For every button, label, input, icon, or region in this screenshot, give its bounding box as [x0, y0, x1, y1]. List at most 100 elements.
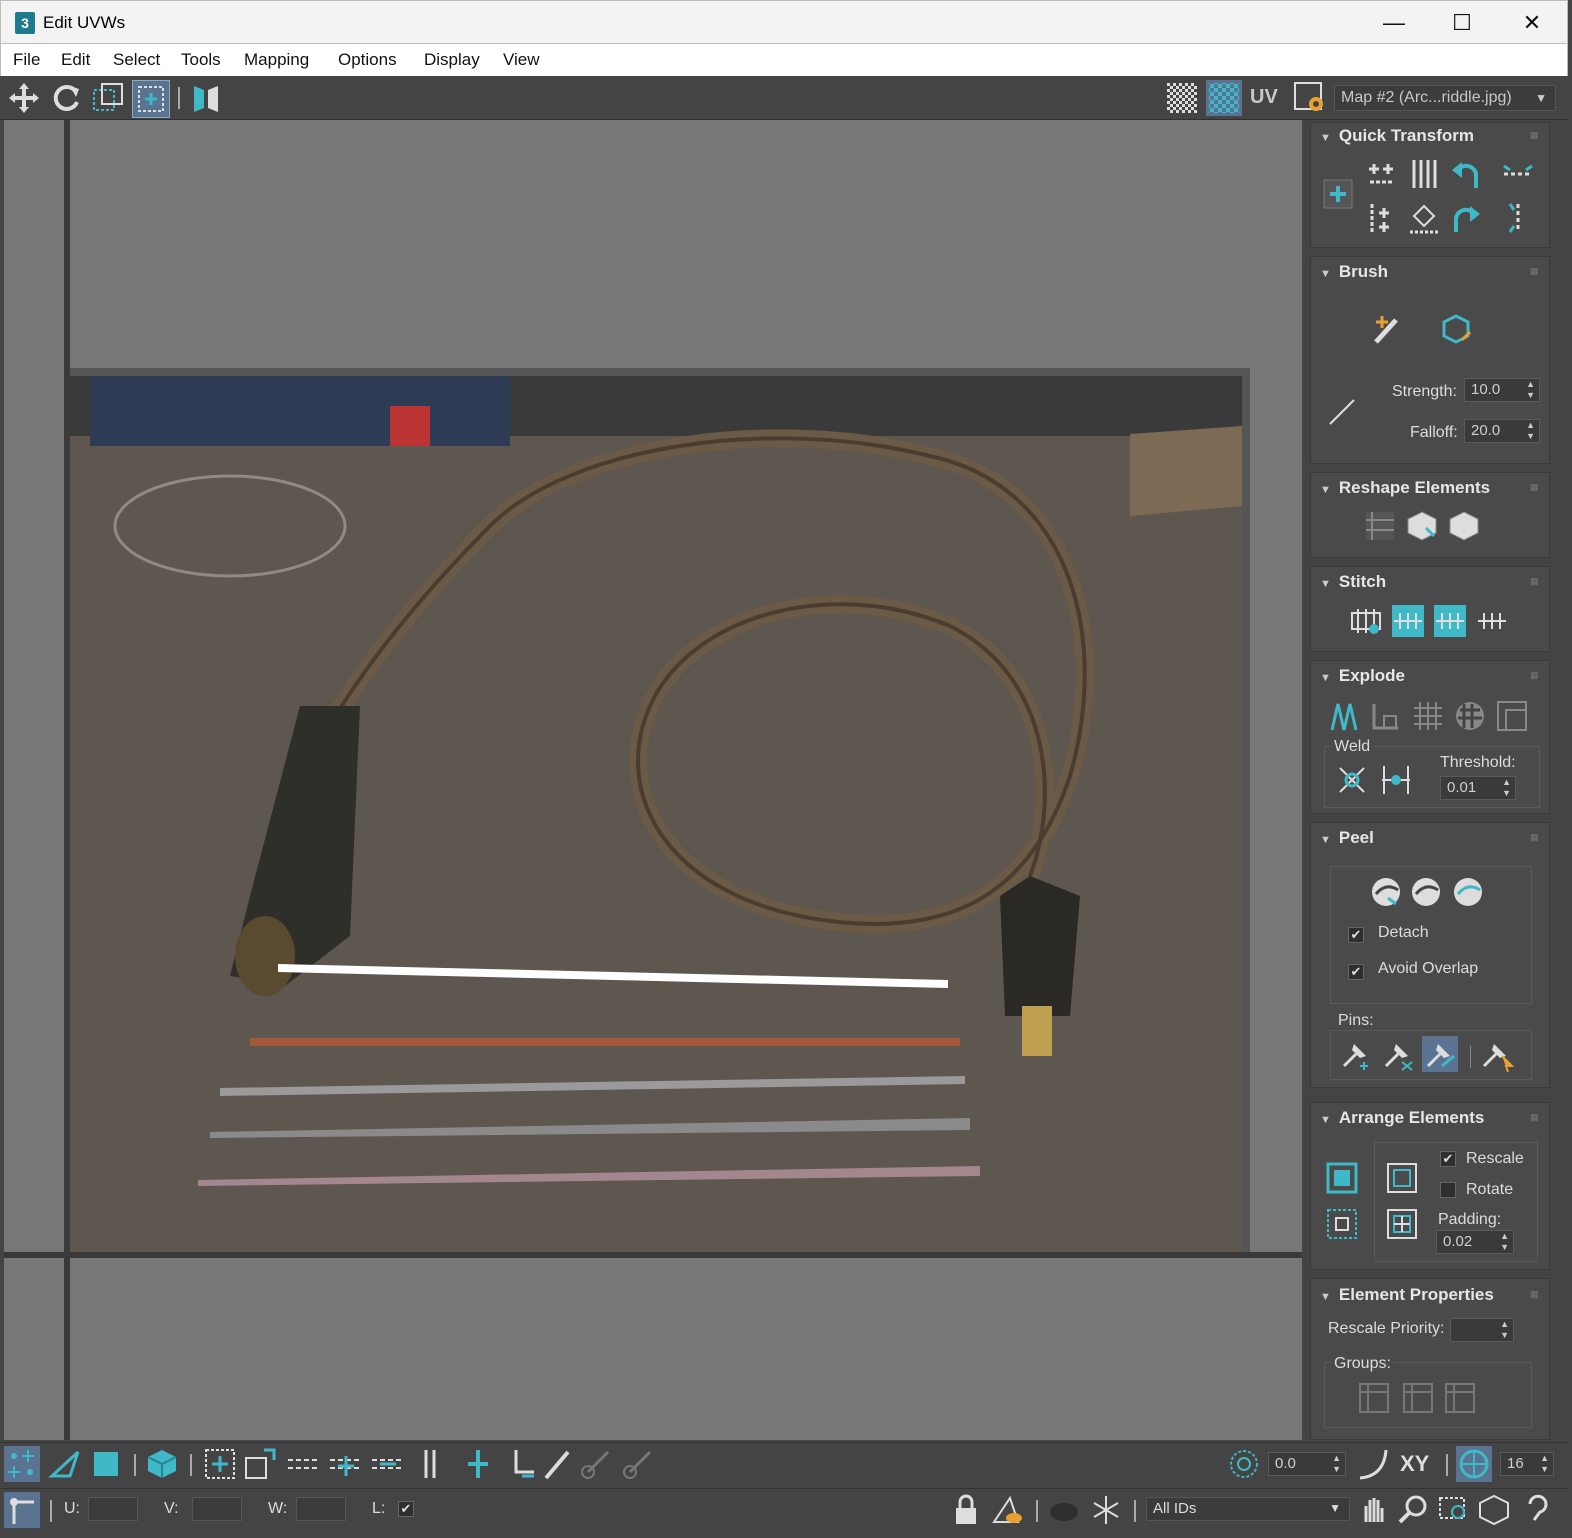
transform-type-icon[interactable] — [4, 1492, 40, 1528]
quick-transform-header[interactable]: ▼ Quick Transform — [1320, 126, 1474, 146]
menu-select[interactable]: Select — [113, 50, 160, 70]
grip-icon[interactable]: ▦ — [1530, 670, 1540, 680]
map-select[interactable]: Map #2 (Arc...riddle.jpg) ▼ — [1334, 85, 1556, 111]
edge-mode-icon[interactable] — [48, 1446, 84, 1482]
element-properties-header[interactable]: ▼ Element Properties — [1320, 1285, 1494, 1305]
straighten-selection-icon[interactable] — [1362, 508, 1398, 544]
padding-spinner[interactable]: 0.02 ▲ ▼ — [1436, 1230, 1514, 1254]
relax-icon[interactable] — [1404, 508, 1440, 544]
grip-icon[interactable]: ▦ — [1530, 832, 1540, 842]
angle-spinner[interactable]: 0.0 ▲ ▼ — [1268, 1452, 1346, 1476]
soft-selection-icon[interactable] — [1226, 1446, 1262, 1482]
ids-select[interactable]: All IDs ▼ — [1146, 1497, 1350, 1521]
grow-selection-icon[interactable] — [202, 1446, 238, 1482]
pivot-icon[interactable] — [1320, 176, 1356, 212]
polygon-mode-icon[interactable] — [88, 1446, 124, 1482]
explode-grid-icon[interactable] — [1410, 698, 1446, 734]
relax-options-icon[interactable] — [1446, 508, 1482, 544]
xy-label[interactable]: XY — [1400, 1451, 1429, 1477]
explode-checker-icon[interactable] — [1452, 698, 1488, 734]
move-icon[interactable] — [6, 80, 42, 116]
peel-mode-icon[interactable] — [1408, 874, 1444, 910]
grip-icon[interactable]: ▦ — [1530, 1112, 1540, 1122]
freeform-icon[interactable] — [132, 80, 170, 118]
grid-snap-icon[interactable] — [1456, 1446, 1492, 1482]
group-selected-icon[interactable] — [1356, 1380, 1392, 1416]
v-input[interactable] — [192, 1497, 242, 1521]
checker-icon[interactable] — [1164, 80, 1200, 116]
menu-display[interactable]: Display — [424, 50, 480, 70]
freeze-icon[interactable] — [1088, 1492, 1124, 1528]
settings-icon[interactable] — [1292, 80, 1328, 116]
falloff-curve-icon[interactable] — [1324, 394, 1360, 430]
peel-reset-icon[interactable] — [1450, 874, 1486, 910]
checker-teal-icon[interactable] — [1206, 80, 1242, 116]
element-mode-icon[interactable] — [144, 1446, 180, 1482]
menu-tools[interactable]: Tools — [181, 50, 221, 70]
lock-icon[interactable] — [948, 1492, 984, 1528]
stitch-to-source-icon[interactable] — [1390, 603, 1426, 639]
align-to-edge-icon[interactable] — [1364, 200, 1400, 236]
shrink-selection-icon[interactable] — [242, 1446, 278, 1482]
grip-icon[interactable]: ▦ — [1530, 266, 1540, 276]
menu-file[interactable]: File — [13, 50, 40, 70]
space-vertical-icon[interactable] — [1500, 200, 1536, 236]
edge-ring-icon[interactable] — [412, 1446, 448, 1482]
lock-checkbox[interactable]: ✔ — [398, 1501, 414, 1517]
align-vertical-icon[interactable] — [1406, 156, 1442, 192]
rescale-checkbox[interactable]: ✔ — [1440, 1151, 1456, 1167]
quick-peel-icon[interactable] — [1368, 874, 1404, 910]
pack-in-place-icon[interactable] — [1384, 1206, 1420, 1242]
reshape-header[interactable]: ▼ Reshape Elements — [1320, 478, 1490, 498]
pack-normalize-icon[interactable] — [1324, 1160, 1360, 1196]
grow-loop-icon[interactable] — [328, 1446, 364, 1482]
detach-edge-icon[interactable] — [1368, 698, 1404, 734]
pan-icon[interactable] — [1356, 1492, 1392, 1528]
close-button[interactable]: ✕ — [1497, 1, 1567, 45]
rotate-checkbox[interactable] — [1440, 1182, 1456, 1198]
menu-mapping[interactable]: Mapping — [244, 50, 309, 70]
uv-label[interactable]: UV — [1250, 86, 1278, 109]
threshold-spinner[interactable]: 0.01 ▲ ▼ — [1440, 776, 1516, 800]
rotate-icon[interactable] — [48, 80, 84, 116]
pack-together-icon[interactable] — [1384, 1160, 1420, 1196]
relax-brush-icon[interactable] — [1438, 312, 1474, 348]
stitch-header[interactable]: ▼ Stitch — [1320, 572, 1386, 592]
arrange-header[interactable]: ▼ Arrange Elements — [1320, 1108, 1484, 1128]
stitch-custom-icon[interactable] — [1348, 603, 1384, 639]
shrink-brush-icon[interactable] — [620, 1446, 656, 1482]
falloff-type-icon[interactable] — [1356, 1446, 1392, 1482]
shrink-ring-icon[interactable] — [502, 1446, 538, 1482]
minimize-button[interactable]: — — [1359, 1, 1429, 45]
select-pins-icon[interactable] — [1478, 1036, 1514, 1072]
vertex-mode-icon[interactable] — [4, 1446, 40, 1482]
weld-target-icon[interactable] — [1378, 762, 1414, 798]
zoom-region-icon[interactable] — [1436, 1492, 1472, 1528]
mirror-icon[interactable] — [188, 80, 224, 116]
rotate-cw-icon[interactable] — [1448, 200, 1484, 236]
avoid-overlap-checkbox[interactable]: ✔ — [1348, 964, 1364, 980]
unhide-icon[interactable] — [1046, 1492, 1082, 1528]
zoom-extents-icon[interactable] — [1476, 1492, 1512, 1528]
weld-selected-icon[interactable] — [1334, 762, 1370, 798]
paint-move-icon[interactable] — [1368, 312, 1404, 348]
stitch-average-icon[interactable] — [1432, 603, 1468, 639]
maximize-button[interactable]: ☐ — [1427, 1, 1497, 45]
grid-spinner[interactable]: 16 ▲ ▼ — [1500, 1452, 1554, 1476]
stitch-to-target-icon[interactable] — [1474, 603, 1510, 639]
scale-icon[interactable] — [90, 80, 126, 116]
space-horizontal-icon[interactable] — [1500, 156, 1536, 192]
w-input[interactable] — [296, 1497, 346, 1521]
menu-edit[interactable]: Edit — [61, 50, 90, 70]
menu-view[interactable]: View — [503, 50, 540, 70]
rotate-ccw-icon[interactable] — [1448, 156, 1484, 192]
rescale-priority-spinner[interactable]: ▲ ▼ — [1450, 1318, 1514, 1342]
grip-icon[interactable]: ▦ — [1530, 130, 1540, 140]
grip-icon[interactable]: ▦ — [1530, 482, 1540, 492]
zoom-icon[interactable] — [1396, 1492, 1432, 1528]
shrink-loop-icon[interactable] — [370, 1446, 406, 1482]
auto-pin-icon[interactable] — [1422, 1036, 1458, 1072]
brush-header[interactable]: ▼ Brush — [1320, 262, 1388, 282]
pin-icon[interactable] — [1338, 1036, 1374, 1072]
edge-loop-icon[interactable] — [286, 1446, 322, 1482]
